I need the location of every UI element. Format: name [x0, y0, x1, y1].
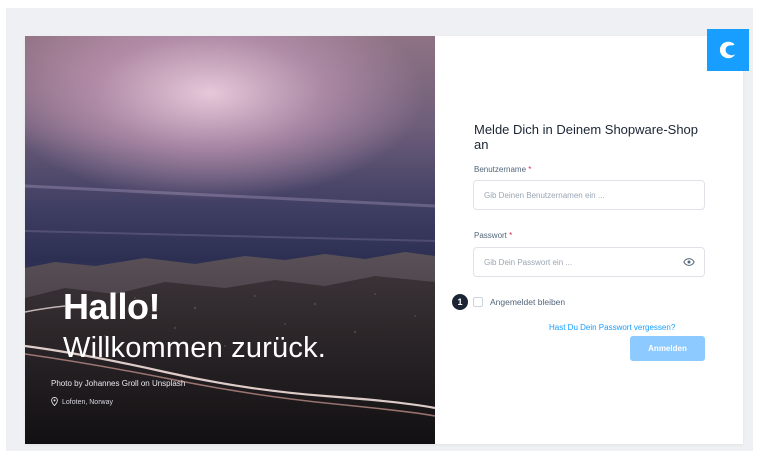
login-title: Melde Dich in Deinem Shopware-Shop an: [474, 122, 699, 152]
username-input[interactable]: [473, 180, 705, 210]
shopware-logo-icon: [707, 29, 749, 71]
password-input[interactable]: [473, 247, 705, 277]
photo-location: Lofoten, Norway: [51, 397, 113, 408]
greeting-title: Hallo!: [63, 286, 161, 327]
username-label: Benutzername *: [474, 165, 531, 174]
remember-me-checkbox[interactable]: [473, 297, 483, 307]
required-marker: *: [528, 165, 532, 174]
login-button[interactable]: Anmelden: [630, 336, 705, 361]
username-label-text: Benutzername: [474, 165, 527, 174]
location-pin-icon: [51, 397, 58, 408]
greeting-subtitle: Willkommen zurück.: [63, 332, 327, 364]
hero-image: Hallo! Willkommen zurück. Photo by Johan…: [25, 36, 435, 444]
password-label: Passwort *: [474, 231, 512, 240]
eye-icon[interactable]: [683, 257, 695, 267]
remember-me-label[interactable]: Angemeldet bleiben: [490, 297, 565, 307]
password-label-text: Passwort: [474, 231, 507, 240]
location-text: Lofoten, Norway: [62, 399, 113, 406]
step-badge: 1: [452, 294, 468, 310]
forgot-password-link[interactable]: Hast Du Dein Passwort vergessen?: [549, 323, 675, 332]
photo-credit: Photo by Johannes Groll on Unsplash: [51, 379, 186, 388]
required-marker: *: [509, 231, 513, 240]
